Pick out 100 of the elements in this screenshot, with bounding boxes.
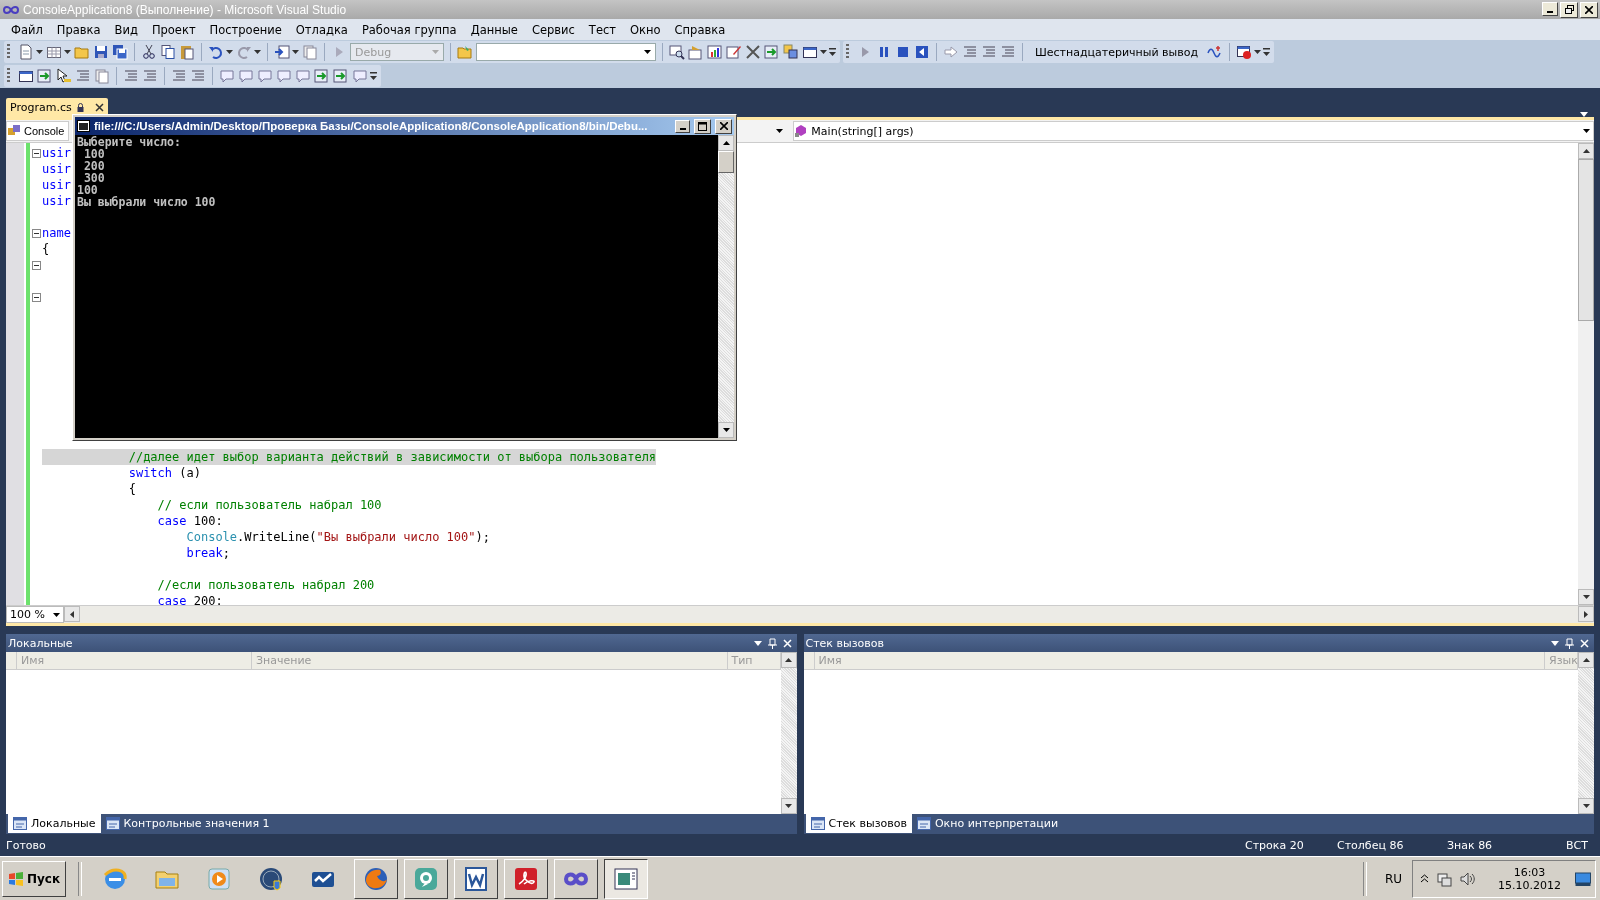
document-tab[interactable]: Program.cs [6,98,108,117]
pointer-icon[interactable] [56,68,72,84]
down-arrow-icon[interactable] [1582,804,1590,808]
caret-icon[interactable] [292,50,299,54]
table-icon[interactable] [46,44,62,60]
desktop-icon[interactable] [1575,871,1591,886]
badge-icon[interactable] [513,865,540,892]
panel-tab[interactable]: Окно интерпретации [911,814,1064,833]
close-icon[interactable] [94,103,104,112]
caret-icon[interactable] [776,129,784,133]
toolbar-options-icon[interactable] [1263,47,1271,57]
chevron-icon[interactable] [1421,874,1428,883]
menu-item[interactable]: Построение [202,22,289,37]
undo-icon[interactable] [208,44,224,60]
menu-item[interactable]: Тест [581,22,623,37]
pin-icon[interactable] [767,637,777,649]
scrollbar[interactable] [780,652,797,814]
panel-tab[interactable]: Локальные [8,814,101,833]
restart-icon[interactable] [914,44,930,60]
menu-item[interactable]: Сервис [524,22,582,37]
up-arrow-icon[interactable] [1582,658,1590,662]
scrollbar[interactable] [1578,143,1594,605]
toolbar-options-icon[interactable] [829,47,836,57]
caret-icon[interactable] [36,50,43,54]
document-icon[interactable] [18,44,34,60]
scrollbar[interactable] [718,135,734,438]
menu-item[interactable]: Данные [463,22,525,37]
chart-icon[interactable] [707,44,723,60]
zoom-combo[interactable]: 100 % [6,606,64,623]
bookmark-icon[interactable] [238,68,254,84]
left-arrow-icon[interactable] [70,610,74,618]
scrollbar-thumb[interactable] [1578,159,1594,321]
window-icon[interactable] [18,68,34,84]
caret-icon[interactable] [753,640,762,646]
menu-item[interactable]: Отладка [288,22,355,37]
restore-button[interactable] [1560,1,1578,18]
up-arrow-icon[interactable] [1582,149,1590,153]
wave-icon[interactable] [1207,44,1224,60]
menu-item[interactable]: Проект [144,22,203,37]
menu-item[interactable]: Справка [667,22,733,37]
collapse-icon[interactable] [31,292,41,302]
edit-icon[interactable] [726,44,742,60]
up-arrow-icon[interactable] [722,141,730,145]
bookmark-icon[interactable] [295,68,311,84]
bookmark-icon[interactable] [276,68,292,84]
caret-icon[interactable] [226,50,233,54]
collapse-icon[interactable] [31,148,41,158]
close-button[interactable] [715,118,732,134]
floppy-disks-icon[interactable] [112,44,128,60]
speaker-icon[interactable] [1460,870,1476,887]
caret-icon[interactable] [820,50,827,54]
stop-icon[interactable] [895,44,911,60]
down-arrow-icon[interactable] [722,428,730,432]
network-icon[interactable] [1436,870,1452,887]
hex-display-button[interactable]: Шестнадцатеричный вывод [1029,45,1205,59]
tools-icon[interactable] [745,44,761,60]
menu-item[interactable]: Файл [4,22,50,37]
collapse-icon[interactable] [31,228,41,238]
panel-tab[interactable]: Контрольные значения 1 [100,814,275,833]
bookmark-icon[interactable] [257,68,273,84]
menu-item[interactable]: Вид [107,22,145,37]
document-icon[interactable] [463,865,490,892]
down-arrow-icon[interactable] [1582,595,1590,599]
up-arrow-icon[interactable] [785,658,792,662]
globe-icon[interactable] [363,865,390,892]
scrollbar[interactable] [1578,652,1594,814]
caret-icon[interactable] [254,50,261,54]
record-icon[interactable] [1236,44,1253,60]
arrow-icon[interactable] [274,44,290,60]
clipboard-icon[interactable] [179,44,195,60]
type-combo[interactable]: Console [6,121,70,141]
window-icon[interactable] [802,44,818,60]
copy-icon[interactable] [160,44,176,60]
toolbar-options-icon[interactable] [370,71,377,81]
close-button[interactable] [1580,1,1598,18]
caret-icon[interactable] [64,50,71,54]
pin-icon[interactable] [1565,637,1574,649]
menu-item[interactable]: Рабочая группа [354,22,464,37]
minimize-button[interactable] [675,119,690,133]
menu-item[interactable]: Окно [623,22,668,37]
menu-item[interactable]: Правка [49,22,108,37]
collapse-icon[interactable] [31,260,41,270]
speech-bubble-icon[interactable] [413,865,440,892]
panel-tab[interactable]: Стек вызовов [805,814,912,833]
stack-icon[interactable] [783,44,799,60]
scrollbar[interactable] [64,606,1594,623]
disc-icon[interactable] [258,865,285,892]
maximize-button[interactable] [694,118,711,134]
language-indicator[interactable]: RU [1378,871,1408,886]
caret-icon[interactable] [1254,50,1262,54]
scissors-icon[interactable] [141,44,157,60]
bookmark-icon[interactable] [219,68,235,84]
magnifier-icon[interactable] [669,44,685,60]
start-button[interactable]: Пуск [2,860,67,897]
down-arrow-icon[interactable] [785,804,792,808]
caret-icon[interactable] [1551,640,1559,646]
minimize-button[interactable] [1542,1,1558,16]
code-line: case 100: [156,513,223,529]
member-combo[interactable]: Main(string[] args) [793,121,1594,141]
right-arrow-icon[interactable] [1584,610,1588,618]
